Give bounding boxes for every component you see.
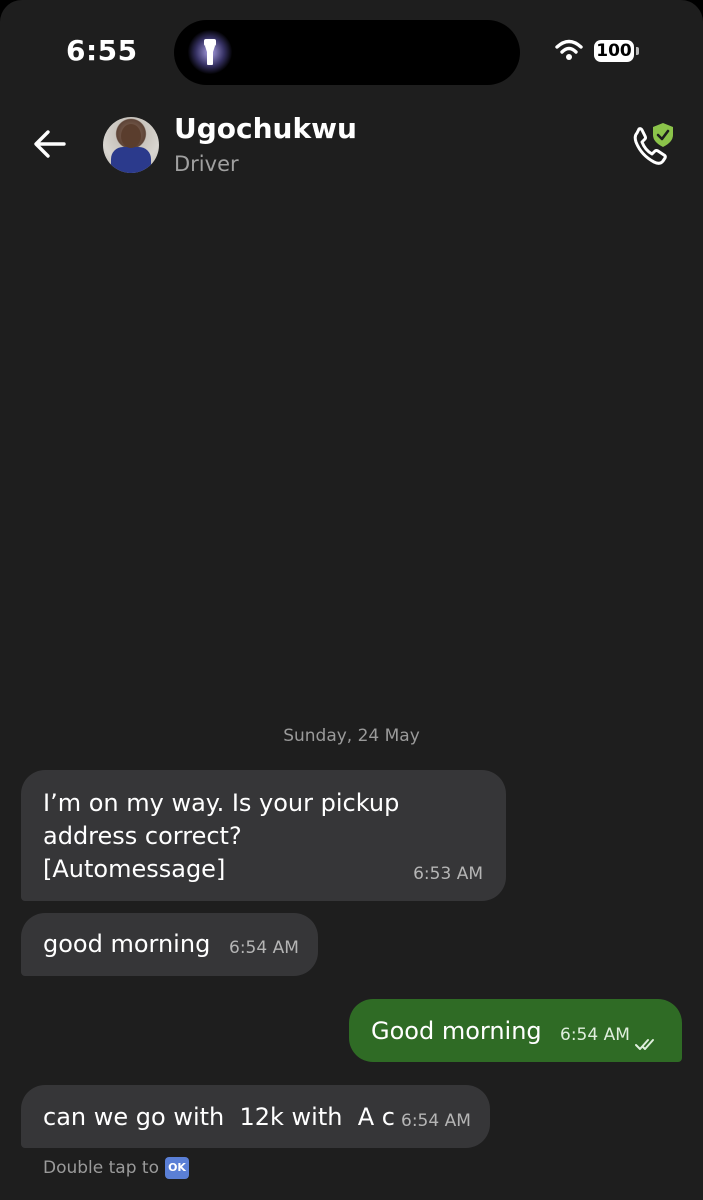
contact-name: Ugochukwu (174, 112, 357, 145)
message-text: I’m on my way. Is your pickup address co… (43, 789, 400, 883)
avatar[interactable] (103, 117, 159, 173)
back-button[interactable] (30, 124, 70, 164)
hint-text: Double tap to (43, 1158, 159, 1178)
date-separator: Sunday, 24 May (283, 726, 420, 746)
message-bubble-incoming[interactable]: I’m on my way. Is your pickup address co… (21, 770, 506, 901)
contact-role: Driver (174, 152, 239, 176)
double-check-icon (635, 1028, 659, 1061)
message-bubble-incoming[interactable]: good morning 6:54 AM (21, 913, 318, 976)
ok-emoji[interactable]: OK (165, 1157, 189, 1179)
reaction-hint: Double tap to OK (43, 1157, 189, 1179)
status-time: 6:55 (66, 34, 138, 67)
dynamic-island (174, 20, 520, 85)
message-time: 6:54 AM (560, 1025, 630, 1045)
flashlight-icon (188, 30, 232, 74)
battery-tip (636, 47, 639, 55)
message-bubble-incoming[interactable]: can we go with 12k with A c 6:54 AM (21, 1085, 490, 1148)
message-time: 6:53 AM (413, 864, 483, 884)
message-time: 6:54 AM (401, 1111, 471, 1131)
phone-shield-icon (633, 123, 673, 165)
call-button[interactable] (628, 120, 680, 170)
chat-screen: 6:55 100 Ugochukwu Driver Sunday, 24 May… (0, 0, 703, 1200)
message-bubble-outgoing[interactable]: Good morning 6:54 AM (349, 999, 682, 1062)
back-arrow-icon (34, 130, 66, 158)
message-time: 6:54 AM (229, 938, 299, 958)
battery-indicator: 100 (594, 40, 634, 62)
wifi-icon (555, 39, 583, 65)
